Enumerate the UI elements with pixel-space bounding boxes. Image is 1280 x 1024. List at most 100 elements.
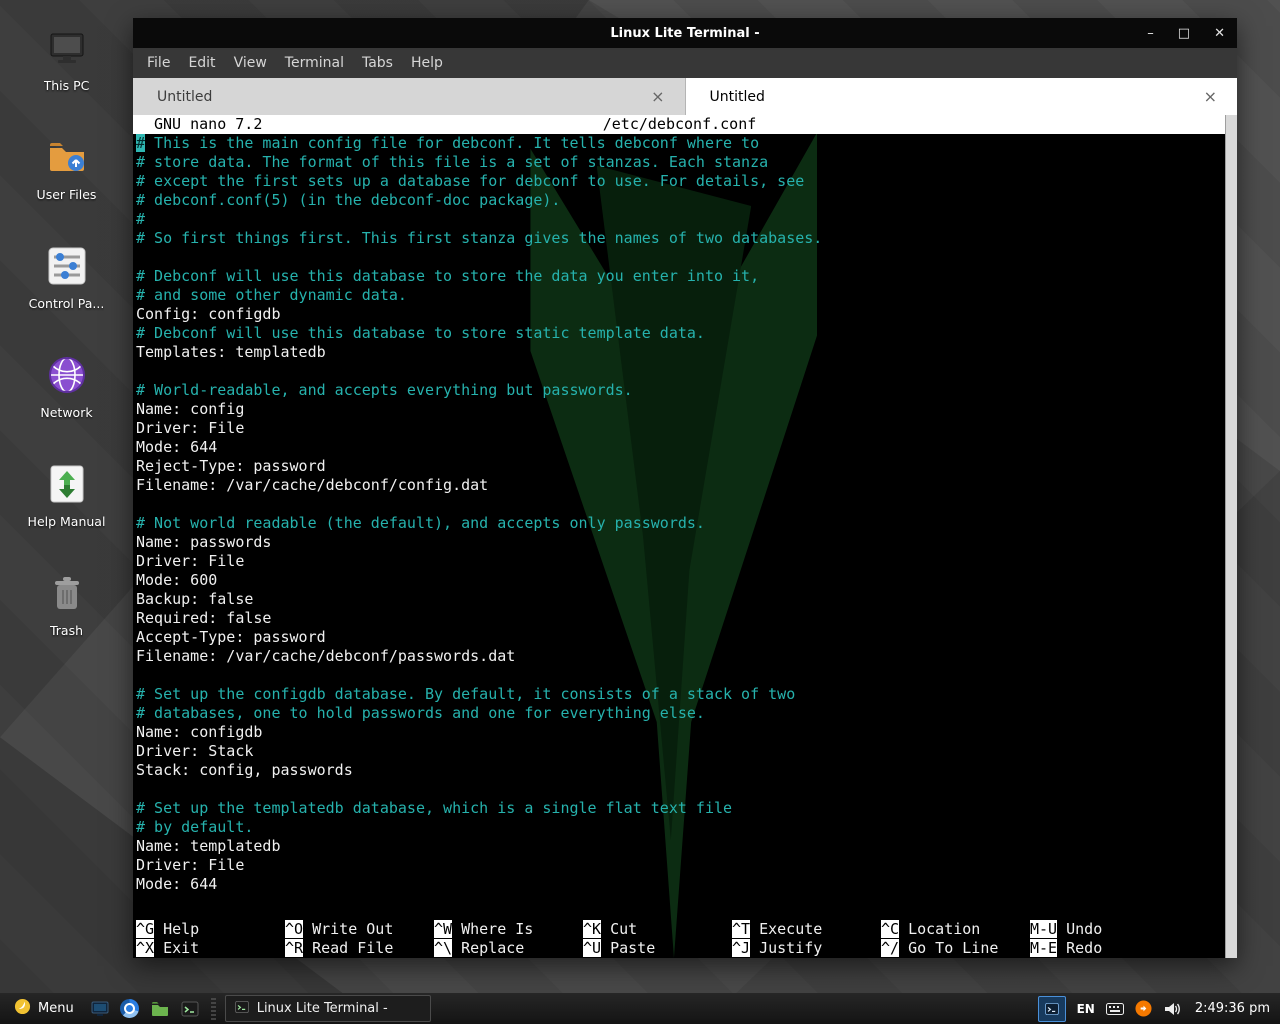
editor-line — [136, 362, 1237, 381]
window-controls: – □ ✕ — [1147, 18, 1225, 48]
shortcut-write-out: ^O Write Out — [285, 920, 434, 939]
tab-close-icon[interactable]: × — [647, 87, 668, 106]
shortcut-redo: M-E Redo — [1030, 939, 1223, 958]
editor-line: Driver: File — [136, 856, 1237, 875]
editor-line: Driver: File — [136, 552, 1237, 571]
editor-line: # Set up the configdb database. By defau… — [136, 685, 1237, 704]
tray-terminal-icon[interactable] — [1038, 996, 1066, 1022]
nano-filename-label: /etc/debconf.conf — [133, 115, 1226, 134]
editor-line: Templates: templatedb — [136, 343, 1237, 362]
user-files-icon — [43, 133, 91, 181]
editor-line: Driver: File — [136, 419, 1237, 438]
editor-line: # Set up the templatedb database, which … — [136, 799, 1237, 818]
shortcut-exit: ^X Exit — [136, 939, 285, 958]
shortcut-key: ^O — [285, 920, 303, 938]
shortcut-key: ^/ — [881, 939, 899, 957]
shortcut-location: ^C Location — [881, 920, 1030, 939]
menu-item-file[interactable]: File — [138, 51, 179, 75]
shortcut-key: ^J — [732, 939, 750, 957]
shortcut-key: ^W — [434, 920, 452, 938]
shortcut-key: ^\ — [434, 939, 452, 957]
desktop-icons: This PC User Files Control Pa... Network Hel… — [0, 24, 133, 638]
volume-icon[interactable] — [1163, 1001, 1181, 1017]
editor-line: # store data. The format of this file is… — [136, 153, 1237, 172]
desktop-item-control-pa[interactable]: Control Pa... — [7, 242, 127, 311]
editor-line: Name: configdb — [136, 723, 1237, 742]
minimize-icon[interactable]: – — [1147, 26, 1154, 41]
desktop-item-label: Network — [40, 405, 92, 420]
editor-line: # Debconf will use this database to stor… — [136, 267, 1237, 286]
taskbar-window-button[interactable]: Linux Lite Terminal - — [225, 995, 431, 1022]
chromium-logo — [120, 999, 139, 1018]
tab-close-icon[interactable]: × — [1200, 87, 1221, 106]
shortcut-paste: ^U Paste — [583, 939, 732, 958]
editor-line: # databases, one to hold passwords and o… — [136, 704, 1237, 723]
editor-line: # This is the main config file for debco… — [136, 134, 1237, 153]
menu-button[interactable]: Menu — [6, 993, 82, 1024]
keyboard-icon[interactable] — [1106, 1003, 1124, 1015]
terminal-scrollbar[interactable] — [1225, 115, 1237, 958]
desktop-item-trash[interactable]: Trash — [7, 569, 127, 638]
menu-item-help[interactable]: Help — [402, 51, 452, 75]
nano-shortcut-row: ^G Help^O Write Out^W Where Is^K Cut^T E… — [136, 920, 1223, 939]
editor-line: # Debconf will use this database to stor… — [136, 324, 1237, 343]
desktop-item-help-manual[interactable]: Help Manual — [7, 460, 127, 529]
editor-line — [136, 666, 1237, 685]
desktop-item-label: Help Manual — [28, 514, 106, 529]
tab-2[interactable]: Untitled× — [686, 78, 1238, 115]
taskbar-clock[interactable]: 2:49:36 pm — [1192, 1001, 1270, 1016]
network-icon — [43, 351, 91, 399]
shortcut-key: ^K — [583, 920, 601, 938]
editor-line: Stack: config, passwords — [136, 761, 1237, 780]
editor-line: Mode: 600 — [136, 571, 1237, 590]
desktop-item-label: Trash — [50, 623, 83, 638]
shortcut-execute: ^T Execute — [732, 920, 881, 939]
editor-line: # — [136, 210, 1237, 229]
shortcut-key: ^C — [881, 920, 899, 938]
menu-item-edit[interactable]: Edit — [179, 51, 224, 75]
editor-line: Filename: /var/cache/debconf/passwords.d… — [136, 647, 1237, 666]
editor-line: # Not world readable (the default), and … — [136, 514, 1237, 533]
desktop-item-network[interactable]: Network — [7, 351, 127, 420]
terminal-view[interactable]: GNU nano 7.2 /etc/debconf.conf # This is… — [133, 115, 1237, 958]
update-notifier-icon[interactable] — [1135, 1000, 1152, 1017]
taskbar: Menu Linux Lite Terminal - EN 2:49:36 pm — [0, 993, 1280, 1024]
maximize-icon[interactable]: □ — [1178, 26, 1190, 41]
shortcut-key: ^G — [136, 920, 154, 938]
editor-line: Driver: Stack — [136, 742, 1237, 761]
editor-line: # and some other dynamic data. — [136, 286, 1237, 305]
chromium-icon[interactable] — [118, 997, 142, 1021]
shortcut-undo: M-U Undo — [1030, 920, 1223, 939]
desktop-item-user-files[interactable]: User Files — [7, 133, 127, 202]
close-icon[interactable]: ✕ — [1214, 26, 1225, 41]
window-titlebar[interactable]: Linux Lite Terminal - – □ ✕ — [133, 18, 1237, 48]
shortcut-replace: ^\ Replace — [434, 939, 583, 958]
editor-line — [136, 248, 1237, 267]
file-manager-icon[interactable] — [148, 997, 172, 1021]
keyboard-layout-indicator[interactable]: EN — [1077, 1002, 1095, 1016]
tab-1[interactable]: Untitled× — [133, 78, 686, 115]
editor-line: # debconf.conf(5) (in the debconf-doc pa… — [136, 191, 1237, 210]
nano-shortcuts: ^G Help^O Write Out^W Where Is^K Cut^T E… — [136, 920, 1223, 958]
editor-lines: # This is the main config file for debco… — [133, 134, 1237, 894]
menu-item-tabs[interactable]: Tabs — [353, 51, 402, 75]
system-tray: EN 2:49:36 pm — [1038, 996, 1274, 1022]
shortcut-justify: ^J Justify — [732, 939, 881, 958]
shortcut-go-to-line: ^/ Go To Line — [881, 939, 1030, 958]
editor-line: Mode: 644 — [136, 875, 1237, 894]
nano-titlebar: GNU nano 7.2 /etc/debconf.conf — [133, 115, 1237, 134]
tab-bar: Untitled×Untitled× — [133, 78, 1237, 115]
shortcut-key: M-U — [1030, 920, 1057, 938]
display-settings-icon[interactable] — [88, 997, 112, 1021]
terminal-launcher-icon[interactable] — [178, 997, 202, 1021]
terminal-icon — [234, 999, 250, 1019]
menu-label: Menu — [38, 1001, 74, 1016]
editor-line — [136, 495, 1237, 514]
shortcut-key: ^X — [136, 939, 154, 957]
menu-item-terminal[interactable]: Terminal — [276, 51, 353, 75]
desktop-item-label: This PC — [44, 78, 90, 93]
menu-bar: FileEditViewTerminalTabsHelp — [133, 48, 1237, 78]
menu-item-view[interactable]: View — [225, 51, 276, 75]
desktop-item-this-pc[interactable]: This PC — [7, 24, 127, 93]
editor-line: Accept-Type: password — [136, 628, 1237, 647]
